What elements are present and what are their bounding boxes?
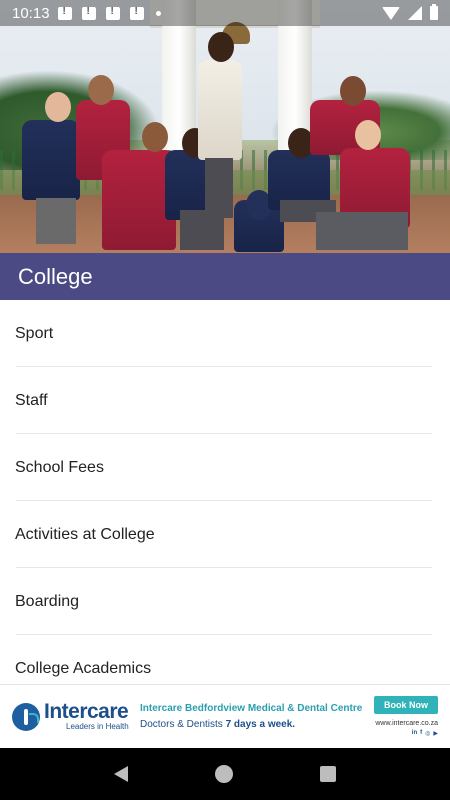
alert-notification-icon <box>81 6 96 20</box>
alert-notification-icon <box>57 6 72 20</box>
instagram-icon: ◎ <box>425 731 431 737</box>
menu-item-label: School Fees <box>15 458 104 476</box>
photo-student-legs <box>316 212 408 250</box>
alert-notification-icon <box>105 6 120 20</box>
photo-student-head <box>340 76 366 106</box>
youtube-icon: ▶ <box>433 731 438 737</box>
photo-student-head <box>142 122 168 152</box>
more-notifications-dot-icon <box>155 10 161 16</box>
ad-subline-prefix: Doctors & Dentists <box>140 719 226 730</box>
menu-item-label: Sport <box>15 324 54 342</box>
photo-student-head <box>355 120 381 150</box>
photo-student-legs <box>36 198 76 244</box>
alert-notification-icon <box>129 6 144 20</box>
recents-icon[interactable] <box>320 766 337 782</box>
status-time: 10:13 <box>12 4 50 22</box>
ad-subline: Doctors & Dentists 7 days a week. <box>140 719 370 730</box>
menu-item-school-fees[interactable]: School Fees <box>0 434 450 501</box>
status-indicators <box>382 4 438 20</box>
menu-item-boarding[interactable]: Boarding <box>0 568 450 635</box>
book-now-button[interactable]: Book Now <box>374 696 438 714</box>
ad-subline-bold: 7 days a week. <box>225 719 296 730</box>
header-photo <box>0 0 450 253</box>
college-menu-list[interactable]: Sport Staff School Fees Activities at Co… <box>0 300 450 684</box>
menu-item-label: Activities at College <box>15 525 155 543</box>
photo-student-head <box>208 32 234 62</box>
menu-item-label: Boarding <box>15 592 80 610</box>
photo-student-head <box>88 75 114 105</box>
menu-item-label: College Academics <box>15 659 152 677</box>
status-bar: 10:13 <box>0 0 450 26</box>
ad-headline: Intercare Bedfordview Medical & Dental C… <box>140 703 363 714</box>
photo-student-head <box>45 92 71 122</box>
photo-student-legs <box>205 158 233 218</box>
page-title: College <box>18 263 93 289</box>
photo-student <box>198 60 242 160</box>
ad-social-icons: in f ◎ ▶ <box>412 730 438 737</box>
menu-item-staff[interactable]: Staff <box>0 367 450 434</box>
signal-icon <box>408 6 422 20</box>
wifi-icon <box>382 6 400 20</box>
ad-banner[interactable]: Intercare Leaders in Health Intercare Be… <box>0 684 450 748</box>
system-nav-bar <box>0 748 450 800</box>
back-icon[interactable] <box>113 766 128 782</box>
menu-item-sport[interactable]: Sport <box>0 300 450 367</box>
ad-tagline: Leaders in Health <box>66 722 129 731</box>
ad-copy: Intercare Bedfordview Medical & Dental C… <box>140 703 370 730</box>
battery-icon <box>430 4 438 20</box>
ad-actions: Book Now www.intercare.co.za in f ◎ ▶ <box>374 696 438 737</box>
menu-item-college-academics[interactable]: College Academics <box>0 635 450 684</box>
title-bar: College <box>0 253 450 300</box>
ad-logo: Intercare Leaders in Health <box>12 700 130 731</box>
menu-item-label: Staff <box>15 391 48 409</box>
menu-item-activities[interactable]: Activities at College <box>0 501 450 568</box>
intercare-logo-icon <box>12 702 40 731</box>
ad-brand: Intercare <box>44 700 129 723</box>
facebook-icon: f <box>420 730 423 736</box>
photo-student <box>22 120 80 200</box>
linkedin-icon: in <box>411 730 418 736</box>
home-icon[interactable] <box>214 765 233 783</box>
ad-url: www.intercare.co.za <box>375 720 438 727</box>
